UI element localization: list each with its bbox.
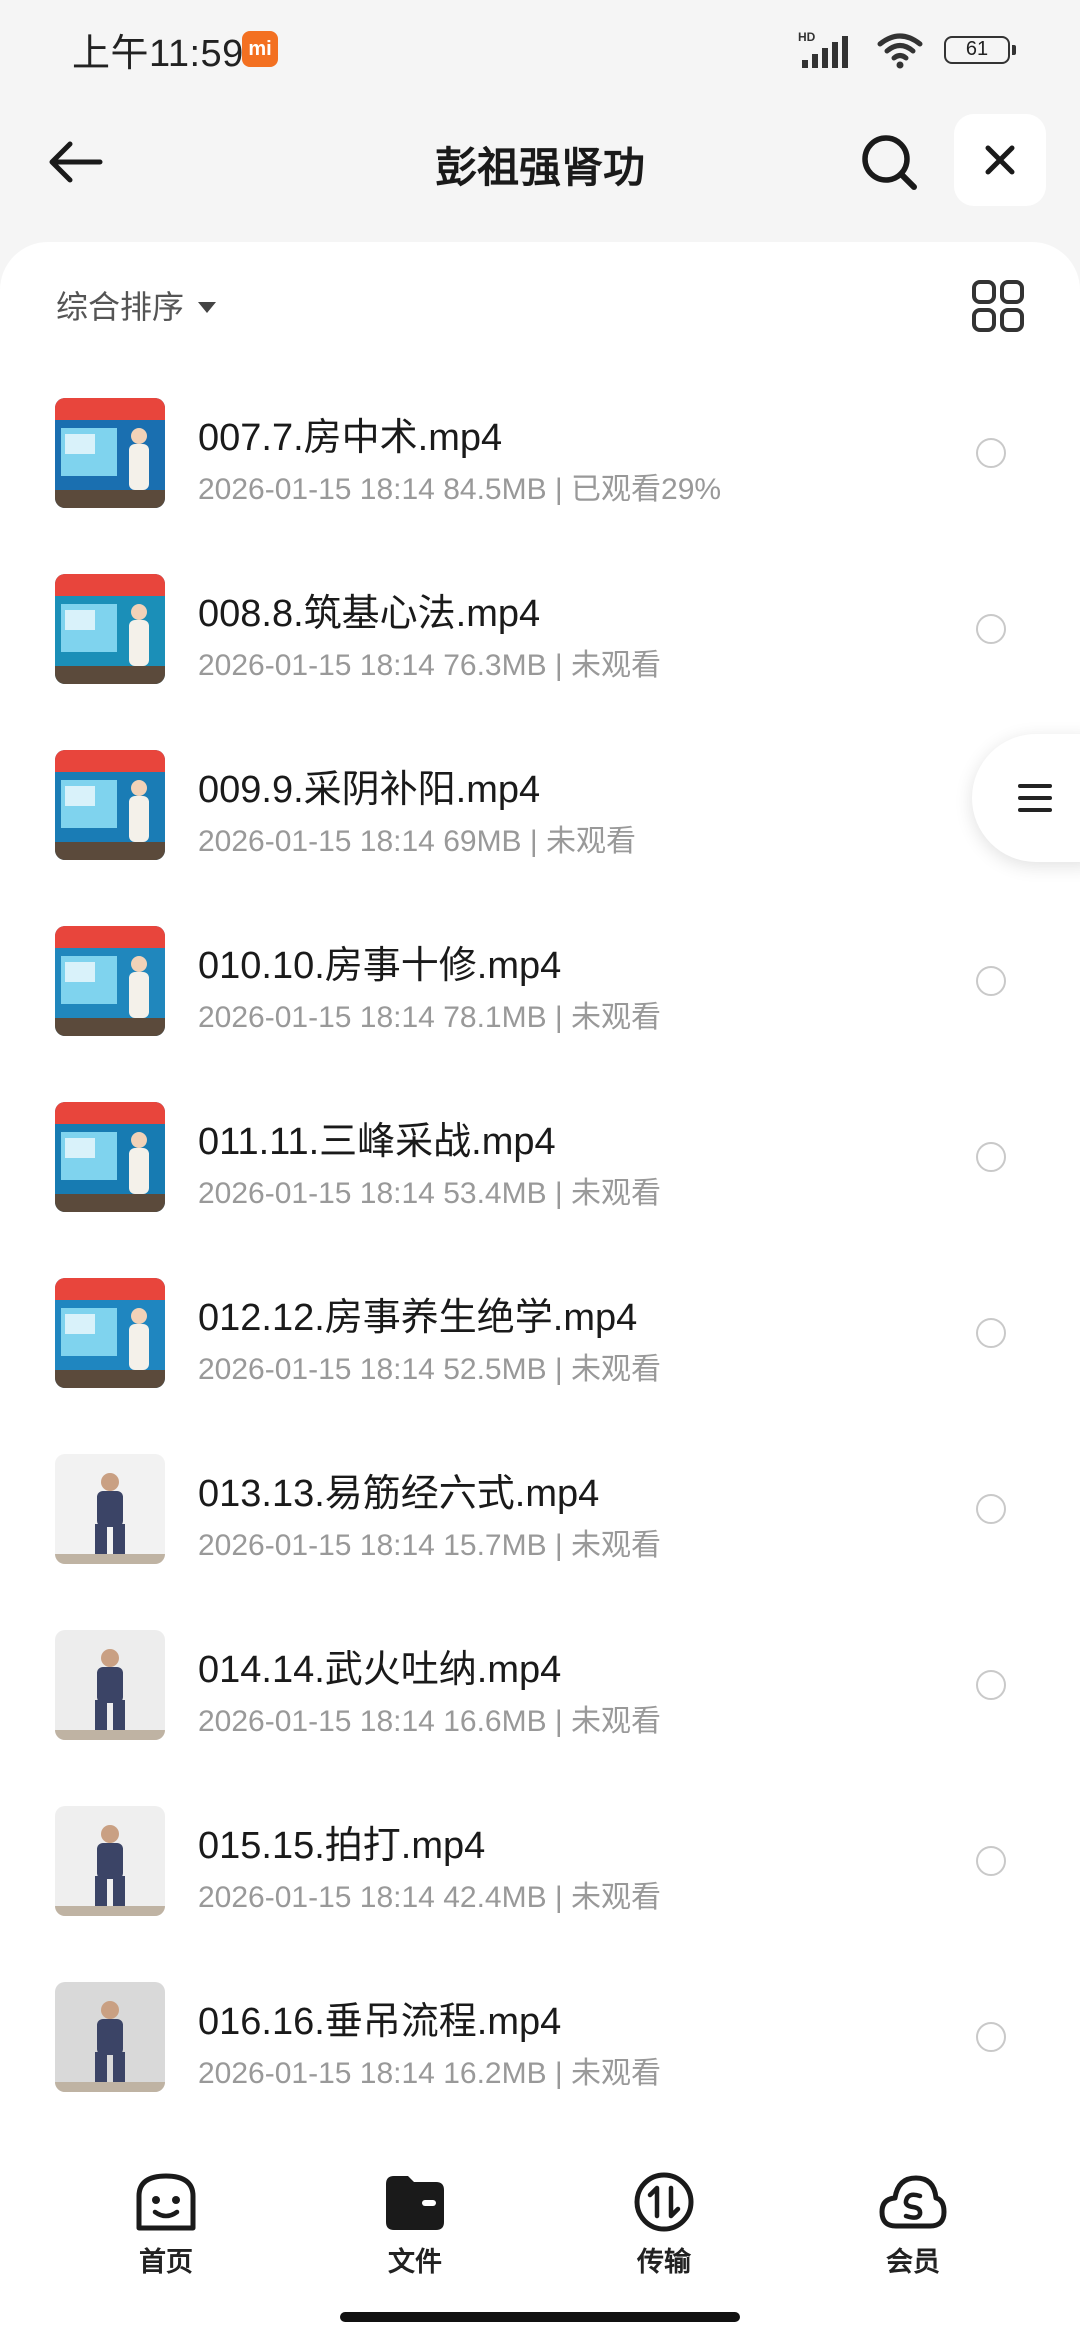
network-type: HD [798, 30, 816, 44]
nav-home-label: 首页 [139, 2247, 193, 2277]
select-radio[interactable] [976, 1494, 1006, 1524]
file-meta: 2026-01-15 18:14 16.2MB | 未观看 [198, 2057, 662, 2090]
file-meta: 2026-01-15 18:14 15.7MB | 未观看 [198, 1529, 662, 1562]
mi-badge: mi [242, 31, 278, 67]
file-panel: 综合排序 007.7.房中术.mp4 2026-01-15 18:14 84.5M… [0, 242, 1080, 2142]
file-row[interactable]: 011.11.三峰采战.mp4 2026-01-15 18:14 53.4MB |… [0, 1090, 1080, 1266]
video-thumbnail [55, 1102, 165, 1212]
file-row[interactable]: 010.10.房事十修.mp4 2026-01-15 18:14 78.1MB |… [0, 914, 1080, 1090]
smiley-home-icon [136, 2173, 196, 2231]
file-meta: 2026-01-15 18:14 42.4MB | 未观看 [198, 1881, 662, 1914]
select-radio[interactable] [976, 1670, 1006, 1700]
file-name: 015.15.拍打.mp4 [198, 1825, 486, 1867]
menu-icon [1018, 784, 1052, 812]
wifi-icon [877, 33, 923, 69]
video-thumbnail [55, 1630, 165, 1740]
file-name: 013.13.易筋经六式.mp4 [198, 1473, 600, 1515]
close-icon [985, 145, 1015, 175]
sort-dropdown[interactable]: 综合排序 [56, 282, 217, 328]
video-thumbnail [55, 926, 165, 1036]
video-thumbnail [55, 1454, 165, 1564]
battery-indicator: 61 [944, 36, 1016, 64]
select-radio[interactable] [976, 614, 1006, 644]
file-list: 007.7.房中术.mp4 2026-01-15 18:14 84.5MB | 已… [0, 386, 1080, 2142]
video-thumbnail [55, 574, 165, 684]
file-meta: 2026-01-15 18:14 16.6MB | 未观看 [198, 1705, 662, 1738]
file-row[interactable]: 009.9.采阴补阳.mp4 2026-01-15 18:14 69MB | 未观… [0, 738, 1080, 914]
nav-files-label: 文件 [388, 2247, 442, 2277]
file-name: 009.9.采阴补阳.mp4 [198, 769, 541, 811]
file-name: 010.10.房事十修.mp4 [198, 945, 562, 987]
search-icon [862, 135, 917, 190]
file-meta: 2026-01-15 18:14 53.4MB | 未观看 [198, 1177, 662, 1210]
header: 彭祖强肾功 [0, 110, 1080, 210]
select-radio[interactable] [976, 1846, 1006, 1876]
file-row[interactable]: 014.14.武火吐纳.mp4 2026-01-15 18:14 16.6MB |… [0, 1618, 1080, 1794]
caret-down-icon [198, 301, 217, 313]
file-name: 012.12.房事养生绝学.mp4 [198, 1297, 638, 1339]
file-meta: 2026-01-15 18:14 52.5MB | 未观看 [198, 1353, 662, 1386]
file-row[interactable]: 015.15.拍打.mp4 2026-01-15 18:14 42.4MB | 未… [0, 1794, 1080, 1970]
sort-label: 综合排序 [56, 289, 185, 325]
status-bar: 上午11:59 mi HD 61 [0, 0, 1080, 100]
file-name: 011.11.三峰采战.mp4 [198, 1121, 556, 1163]
file-row[interactable]: 008.8.筑基心法.mp4 2026-01-15 18:14 76.3MB | … [0, 562, 1080, 738]
transfer-icon [634, 2172, 694, 2232]
nav-transfer-label: 传输 [637, 2247, 691, 2277]
signal-icon: HD [798, 30, 848, 68]
select-radio[interactable] [976, 966, 1006, 996]
file-name: 007.7.房中术.mp4 [198, 417, 503, 459]
select-radio[interactable] [976, 438, 1006, 468]
home-indicator [340, 2312, 740, 2322]
video-thumbnail [55, 398, 165, 508]
status-time: 上午11:59 [72, 33, 244, 75]
search-button[interactable] [855, 128, 923, 196]
video-thumbnail [55, 1982, 165, 2092]
grid-view-icon[interactable] [970, 278, 1026, 334]
file-name: 014.14.武火吐纳.mp4 [198, 1649, 562, 1691]
file-name: 008.8.筑基心法.mp4 [198, 593, 541, 635]
nav-home[interactable]: 首页 [86, 2170, 246, 2279]
close-button[interactable] [954, 114, 1046, 206]
nav-transfer[interactable]: 传输 [584, 2170, 744, 2279]
file-name: 016.16.垂吊流程.mp4 [198, 2001, 562, 2043]
nav-vip-label: 会员 [886, 2247, 940, 2277]
select-radio[interactable] [976, 2022, 1006, 2052]
file-row[interactable]: 013.13.易筋经六式.mp4 2026-01-15 18:14 15.7MB … [0, 1442, 1080, 1618]
folder-icon [386, 2176, 444, 2230]
nav-vip[interactable]: 会员 [833, 2170, 993, 2279]
file-meta: 2026-01-15 18:14 69MB | 未观看 [198, 825, 637, 858]
video-thumbnail [55, 1278, 165, 1388]
video-thumbnail [55, 750, 165, 860]
file-meta: 2026-01-15 18:14 76.3MB | 未观看 [198, 649, 662, 682]
file-meta: 2026-01-15 18:14 84.5MB | 已观看29% [198, 473, 722, 506]
file-row[interactable]: 012.12.房事养生绝学.mp4 2026-01-15 18:14 52.5MB… [0, 1266, 1080, 1442]
bottom-nav: 首页 文件 传输 会员 [0, 2142, 1080, 2340]
file-row[interactable]: 016.16.垂吊流程.mp4 2026-01-15 18:14 16.2MB |… [0, 1970, 1080, 2142]
select-radio[interactable] [976, 1318, 1006, 1348]
nav-files[interactable]: 文件 [335, 2170, 495, 2279]
status-icons: HD 61 [798, 28, 1016, 72]
video-thumbnail [55, 1806, 165, 1916]
cloud-vip-icon [879, 2175, 947, 2229]
file-meta: 2026-01-15 18:14 78.1MB | 未观看 [198, 1001, 662, 1034]
file-row[interactable]: 007.7.房中术.mp4 2026-01-15 18:14 84.5MB | 已… [0, 386, 1080, 562]
select-radio[interactable] [976, 1142, 1006, 1172]
